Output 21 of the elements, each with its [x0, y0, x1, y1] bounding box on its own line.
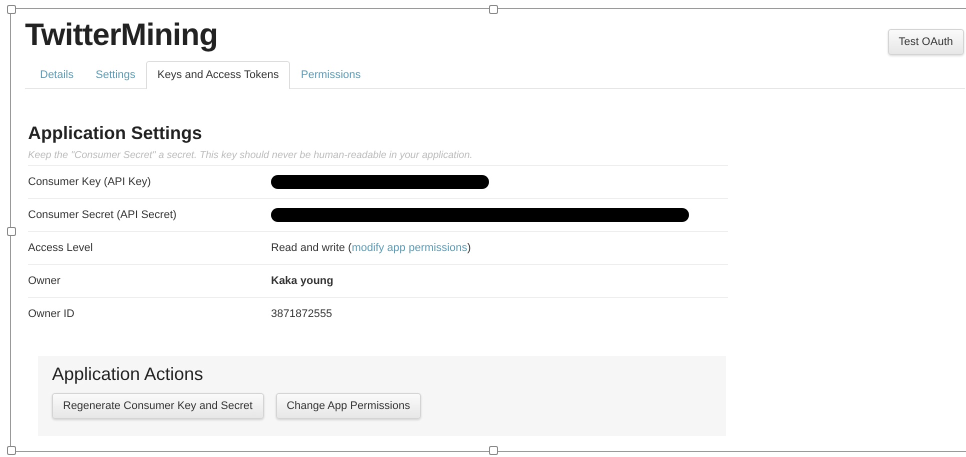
app-title: TwitterMining [25, 17, 218, 53]
setting-value: Kaka young [271, 275, 334, 287]
hint-text: Keep the "Consumer Secret" a secret. This key should never be human-readable in your application. [28, 150, 474, 161]
resize-handle[interactable] [489, 5, 498, 14]
tab[interactable]: Keys and Access Tokens [146, 61, 290, 89]
setting-label: Owner ID [28, 308, 76, 320]
setting-label: Consumer Key (API Key) [28, 176, 152, 188]
resize-handle[interactable] [7, 227, 16, 236]
action-button[interactable]: Change App Permissions [276, 393, 422, 419]
section-heading: Application Settings [28, 123, 204, 144]
setting-value: Read and write (modify app permissions) [271, 242, 471, 254]
test-oauth-button[interactable]: Test OAuth [888, 29, 964, 55]
resize-handle[interactable] [7, 446, 16, 455]
setting-label: Access Level [28, 242, 94, 254]
section-heading: Application Actions [52, 364, 204, 385]
resize-handle[interactable] [489, 446, 498, 455]
setting-label: Owner [28, 275, 62, 287]
setting-value: 3871872555 [271, 308, 332, 320]
setting-label: Consumer Secret (API Secret) [28, 209, 178, 221]
action-button[interactable]: Regenerate Consumer Key and Secret [52, 393, 264, 419]
resize-handle[interactable] [7, 5, 16, 14]
